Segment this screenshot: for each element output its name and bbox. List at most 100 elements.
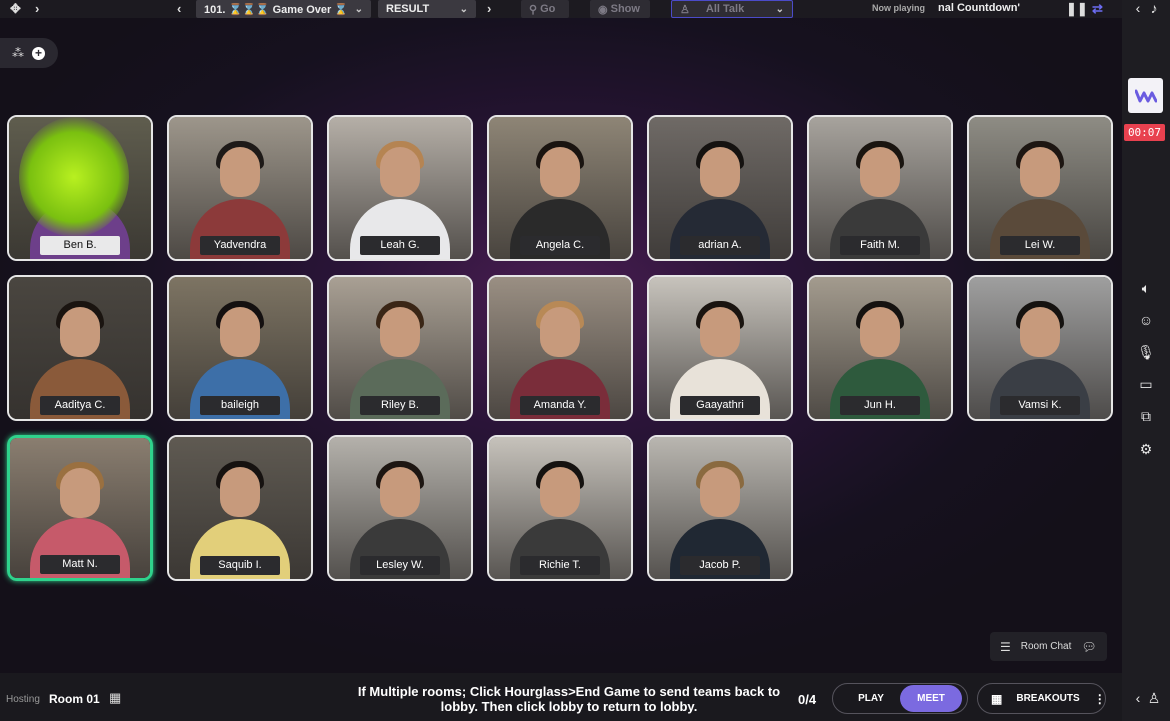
participant-tile[interactable]: Lesley W.	[327, 435, 473, 581]
calendar-icon[interactable]: ▦	[109, 690, 121, 706]
participant-face	[540, 147, 580, 197]
participant-tile[interactable]: baileigh	[167, 275, 313, 421]
participant-tile[interactable]: Saquib I.	[167, 435, 313, 581]
participant-tile[interactable]: Aaditya C.	[7, 275, 153, 421]
layout-icon[interactable]: ⧉	[1122, 408, 1170, 425]
participant-face	[1020, 307, 1060, 357]
phase-select[interactable]: RESULT ⌄	[378, 0, 476, 18]
microphone-icon[interactable]: 🎙︎	[1122, 344, 1170, 361]
chevron-down-icon: ⌄	[354, 3, 363, 15]
pause-icon[interactable]: ❚❚	[1066, 1, 1088, 17]
participant-face	[860, 307, 900, 357]
room-chat-button[interactable]: ☰ Room Chat 💬︎	[990, 632, 1107, 661]
app-logo[interactable]	[1128, 78, 1163, 113]
top-bar: ✥ › ‹ 101. ⌛⌛⌛ Game Over ⌛ ⌄ RESULT ⌄ › …	[0, 0, 1122, 18]
breakouts-label: BREAKOUTS	[1016, 693, 1080, 704]
participant-name: baileigh	[200, 396, 280, 415]
go-label: Go	[540, 3, 556, 15]
move-icon[interactable]: ✥	[10, 1, 21, 17]
play-meet-toggle[interactable]: PLAY MEET	[832, 683, 968, 714]
menu-icon: ☰	[1000, 639, 1011, 654]
participant-face	[60, 307, 100, 357]
participant-face	[220, 307, 260, 357]
activity-select[interactable]: 101. ⌛⌛⌛ Game Over ⌛ ⌄	[196, 0, 371, 18]
participant-face	[1020, 147, 1060, 197]
show-button[interactable]: ◉ Show	[590, 0, 650, 18]
timer: 00:07	[1124, 124, 1165, 141]
participant-tile[interactable]: Leah G.	[327, 115, 473, 261]
music-icon[interactable]: ♪	[1130, 0, 1170, 16]
repeat-icon[interactable]: ⇄	[1092, 1, 1103, 17]
participant-face	[60, 468, 100, 518]
chevron-right-icon[interactable]: ›	[35, 1, 39, 16]
talk-mode-select[interactable]: ♙ All Talk ⌄	[671, 0, 793, 18]
participant-name: Matt N.	[40, 555, 120, 574]
participant-tile[interactable]: Lei W.	[967, 115, 1113, 261]
participant-tile[interactable]: Matt N.	[7, 435, 153, 581]
participant-name: Saquib I.	[200, 556, 280, 575]
participant-name: Jun H.	[840, 396, 920, 415]
participant-name: Jacob P.	[680, 556, 760, 575]
next-activity-icon[interactable]: ›	[487, 1, 491, 16]
logo-w-icon	[1134, 89, 1157, 102]
participant-face	[220, 467, 260, 517]
participant-tile[interactable]: Faith M.	[807, 115, 953, 261]
participant-name: Lei W.	[1000, 236, 1080, 255]
participant-tile[interactable]: Riley B.	[327, 275, 473, 421]
participant-name: adrian A.	[680, 236, 760, 255]
run-icon: ⚲	[529, 3, 538, 16]
participant-name: Angela C.	[520, 236, 600, 255]
plus-icon[interactable]: +	[32, 46, 45, 60]
breakouts-button[interactable]: ▦ BREAKOUTS ⋮	[977, 683, 1106, 714]
participant-face	[700, 467, 740, 517]
emoji-icon[interactable]: ☺	[1122, 312, 1170, 328]
volume-icon[interactable]: 🔈︎	[1122, 280, 1170, 297]
participant-tile[interactable]: Vamsi K.	[967, 275, 1113, 421]
participant-tile[interactable]: adrian A.	[647, 115, 793, 261]
play-button[interactable]: PLAY	[843, 684, 899, 713]
participant-tile[interactable]: Richie T.	[487, 435, 633, 581]
participant-name: Lesley W.	[360, 556, 440, 575]
nodes-icon: ⁂	[12, 46, 24, 60]
room-chat-label: Room Chat	[1020, 641, 1072, 652]
settings-gear-icon[interactable]: ⚙	[1122, 441, 1170, 458]
activity-select-value: 101. ⌛⌛⌛ Game Over ⌛	[204, 3, 349, 16]
meet-button[interactable]: MEET	[900, 685, 962, 712]
go-button[interactable]: ⚲ Go	[521, 0, 569, 18]
participant-tile[interactable]: Jacob P.	[647, 435, 793, 581]
prev-activity-icon[interactable]: ‹	[177, 1, 181, 16]
eye-icon: ◉	[598, 3, 608, 16]
ready-count: 0/4	[798, 692, 817, 707]
participant-tile[interactable]: Jun H.	[807, 275, 953, 421]
participant-tile[interactable]: Yadvendra	[167, 115, 313, 261]
participant-face	[380, 307, 420, 357]
room-name: Room 01	[49, 692, 100, 706]
participant-name: Faith M.	[840, 236, 920, 255]
now-playing-title: nal Countdown'	[938, 2, 1021, 14]
participant-name: Vamsi K.	[1000, 396, 1080, 415]
chevron-down-icon: ⌄	[459, 3, 468, 15]
participant-name: Riley B.	[360, 396, 440, 415]
participant-tile[interactable]: Ben B.	[7, 115, 153, 261]
participant-name: Richie T.	[520, 556, 600, 575]
talk-mode-value: All Talk	[705, 3, 745, 15]
now-playing-label: Now playing	[872, 3, 926, 13]
participant-name: Ben B.	[40, 236, 120, 255]
participant-tile[interactable]: Gaayathri	[647, 275, 793, 421]
green-effect-overlay	[19, 117, 129, 237]
participant-name: Yadvendra	[200, 236, 280, 255]
participant-face	[700, 147, 740, 197]
more-vertical-icon[interactable]: ⋮	[1094, 692, 1106, 706]
participant-name: Leah G.	[360, 236, 440, 255]
add-activity-pill[interactable]: ⁂ +	[0, 38, 58, 68]
participant-face	[380, 467, 420, 517]
participant-tile[interactable]: Amanda Y.	[487, 275, 633, 421]
participant-face	[220, 147, 260, 197]
participant-tile[interactable]: Angela C.	[487, 115, 633, 261]
screen-share-icon[interactable]: ▭	[1122, 376, 1170, 393]
participant-name: Gaayathri	[680, 396, 760, 415]
hosting-label: Hosting	[6, 694, 40, 705]
person-icon[interactable]: ♙	[1130, 690, 1170, 707]
grid-icon: ▦	[991, 691, 1003, 706]
instruction-text: If Multiple rooms; Click Hourglass>End G…	[357, 684, 781, 714]
